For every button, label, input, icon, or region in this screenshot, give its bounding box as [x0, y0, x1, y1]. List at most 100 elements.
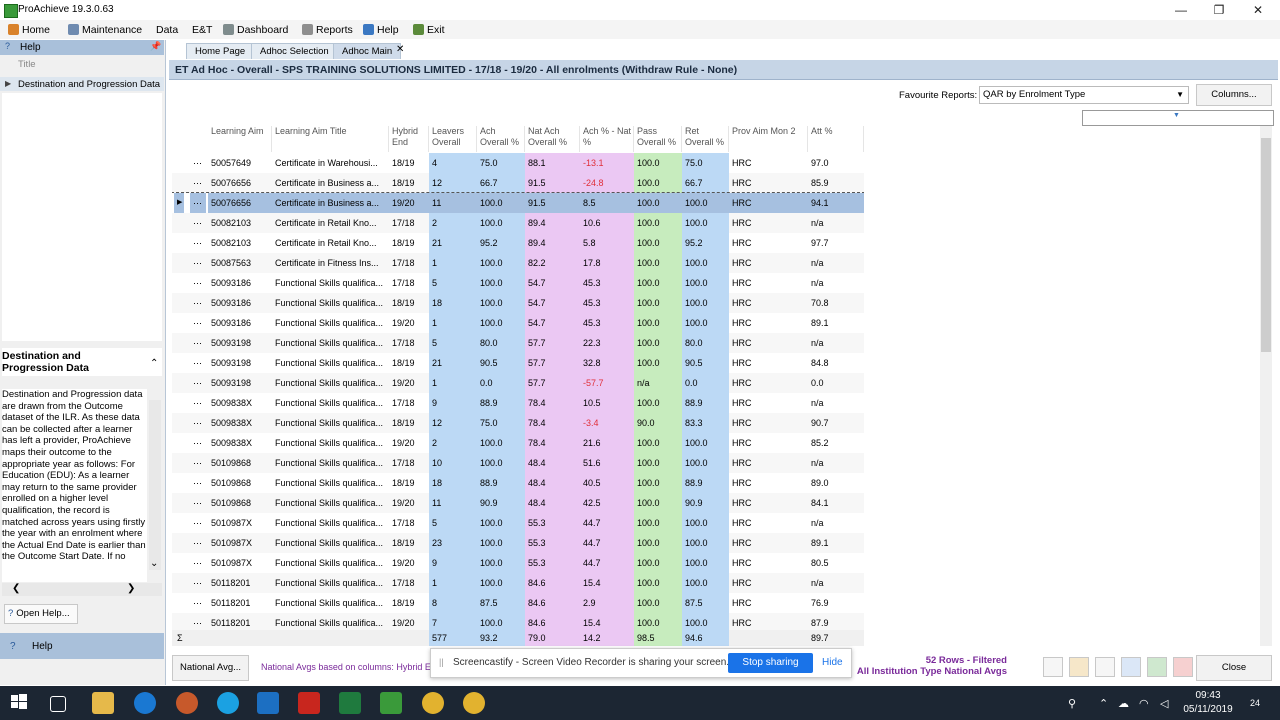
row-menu-icon[interactable]: ⋯: [190, 393, 206, 413]
row-menu-icon[interactable]: ⋯: [190, 313, 206, 333]
restore-icon[interactable]: ❐: [1204, 2, 1234, 18]
table-row[interactable]: ⋯ 5009838X Functional Skills qualifica... 1…: [172, 393, 864, 413]
tab-adhoc-main[interactable]: Adhoc Main: [333, 43, 402, 59]
row-menu-icon[interactable]: ⋯: [190, 533, 206, 553]
row-menu-icon[interactable]: ⋯: [190, 233, 206, 253]
row-menu-icon[interactable]: ⋯: [190, 593, 206, 613]
table-row[interactable]: ⋯ 50093186 Functional Skills qualifica... 1…: [172, 273, 864, 293]
table-row[interactable]: ⋯ 5009838X Functional Skills qualifica... 1…: [172, 433, 864, 453]
row-menu-icon[interactable]: ⋯: [190, 433, 206, 453]
row-menu-icon[interactable]: ⋯: [190, 273, 206, 293]
table-row[interactable]: ⋯ 50093186 Functional Skills qualifica... 1…: [172, 313, 864, 333]
table-row[interactable]: ⋯ 50076656 Certificate in Business a... 18/…: [172, 173, 864, 193]
row-menu-icon[interactable]: ⋯: [190, 193, 206, 213]
excel-taskbar-icon[interactable]: [339, 692, 361, 714]
app-icon-generic[interactable]: [176, 692, 198, 714]
help-detail-scrollbar[interactable]: [149, 400, 161, 570]
outlook-icon[interactable]: [257, 692, 279, 714]
column-header-nat[interactable]: Nat Ach Overall %: [525, 126, 580, 152]
menu-data[interactable]: Data: [156, 23, 178, 37]
close-window-icon[interactable]: ✕: [1243, 2, 1273, 18]
table-row[interactable]: ⋯ 5010987X Functional Skills qualifica... 1…: [172, 513, 864, 533]
row-menu-icon[interactable]: ⋯: [190, 153, 206, 173]
table-row[interactable]: ⋯ 50093198 Functional Skills qualifica... 1…: [172, 353, 864, 373]
table-row[interactable]: ⋯ 50109868 Functional Skills qualifica... 1…: [172, 493, 864, 513]
tab-home-page[interactable]: Home Page: [186, 43, 255, 59]
table-row[interactable]: ⋯ 50118201 Functional Skills qualifica... 1…: [172, 573, 864, 593]
help-topic-destination[interactable]: ▶ Destination and Progression Data: [0, 77, 164, 91]
menu-dashboard[interactable]: Dashboard: [223, 23, 288, 37]
table-row[interactable]: ⋯ 5009838X Functional Skills qualifica... 1…: [172, 413, 864, 433]
table-row[interactable]: ⋯ 5010987X Functional Skills qualifica... 1…: [172, 533, 864, 553]
people-icon[interactable]: ⚲: [1068, 697, 1076, 710]
row-menu-icon[interactable]: ⋯: [190, 453, 206, 473]
column-header-end[interactable]: Hybrid End: [389, 126, 429, 152]
table-row[interactable]: ⋯ 50109868 Functional Skills qualifica... 1…: [172, 473, 864, 493]
chrome-icon-2[interactable]: [463, 692, 485, 714]
acrobat-icon[interactable]: [298, 692, 320, 714]
row-menu-icon[interactable]: ⋯: [190, 553, 206, 573]
table-row[interactable]: ▶ ⋯ 50076656 Certificate in Business a... 19…: [172, 192, 864, 214]
menu-maintenance[interactable]: Maintenance: [68, 23, 142, 37]
table-row[interactable]: ⋯ 50093186 Functional Skills qualifica... 1…: [172, 293, 864, 313]
row-menu-icon[interactable]: ⋯: [190, 333, 206, 353]
row-menu-icon[interactable]: ⋯: [190, 513, 206, 533]
collapse-icon[interactable]: ⌃: [150, 358, 158, 369]
menu-reports[interactable]: Reports: [302, 23, 353, 37]
table-row[interactable]: ⋯ 50118201 Functional Skills qualifica... 1…: [172, 593, 864, 613]
wifi-icon[interactable]: ◠: [1139, 697, 1149, 710]
hide-button[interactable]: Hide: [822, 657, 843, 668]
edge-icon[interactable]: [134, 692, 156, 714]
start-icon[interactable]: [9, 692, 31, 714]
stop-sharing-button[interactable]: Stop sharing: [728, 653, 813, 673]
scroll-right-icon[interactable]: ❯: [127, 583, 135, 594]
chrome-icon[interactable]: [422, 692, 444, 714]
onedrive-icon[interactable]: ☁: [1118, 697, 1129, 710]
row-menu-icon[interactable]: ⋯: [190, 473, 206, 493]
table-row[interactable]: ⋯ 50082103 Certificate in Retail Kno... 17/…: [172, 213, 864, 233]
table-row[interactable]: ⋯ 5010987X Functional Skills qualifica... 1…: [172, 553, 864, 573]
column-header-leavers[interactable]: Leavers Overall: [429, 126, 477, 152]
filter-box[interactable]: ▼: [1082, 110, 1274, 126]
clock[interactable]: 09:43 05/11/2019: [1178, 689, 1238, 717]
row-menu-icon[interactable]: ⋯: [190, 573, 206, 593]
row-menu-icon[interactable]: ⋯: [190, 173, 206, 193]
menu-home[interactable]: Home: [8, 23, 50, 37]
print-preview-icon[interactable]: [1095, 657, 1115, 677]
scroll-down-icon[interactable]: ⌄: [150, 558, 158, 569]
column-header-aim[interactable]: Learning Aim: [208, 126, 272, 152]
row-menu-icon[interactable]: ⋯: [190, 253, 206, 273]
column-header-att[interactable]: Att %: [808, 126, 864, 152]
excel-icon[interactable]: [1147, 657, 1167, 677]
table-row[interactable]: ⋯ 50057649 Certificate in Warehousi... 18/1…: [172, 153, 864, 173]
row-menu-icon[interactable]: ⋯: [190, 373, 206, 393]
table-row[interactable]: ⋯ 50093198 Functional Skills qualifica... 1…: [172, 373, 864, 393]
file-explorer-icon[interactable]: [92, 692, 114, 714]
table-row[interactable]: ⋯ 50087563 Certificate in Fitness Ins... 17…: [172, 253, 864, 273]
export-icon[interactable]: [1121, 657, 1141, 677]
national-avg-button[interactable]: National Avg...: [172, 655, 249, 681]
row-menu-icon[interactable]: ⋯: [190, 353, 206, 373]
column-header-title[interactable]: Learning Aim Title: [272, 126, 389, 152]
menu-help[interactable]: Help: [363, 23, 399, 37]
pdf-icon[interactable]: [1173, 657, 1193, 677]
scroll-left-icon[interactable]: ❮: [12, 583, 20, 594]
proachieve-taskbar-icon[interactable]: [380, 692, 402, 714]
table-row[interactable]: ⋯ 50093198 Functional Skills qualifica... 1…: [172, 333, 864, 353]
column-header-pass[interactable]: Pass Overall %: [634, 126, 682, 152]
row-menu-icon[interactable]: ⋯: [190, 293, 206, 313]
tray-chevron-icon[interactable]: ⌃: [1099, 697, 1108, 710]
help-footer-button[interactable]: ? Help: [0, 633, 164, 659]
open-help-button[interactable]: ? Open Help...: [4, 604, 78, 624]
row-menu-icon[interactable]: ⋯: [190, 493, 206, 513]
notifications-icon[interactable]: 24: [1250, 697, 1260, 709]
table-row[interactable]: ⋯ 50082103 Certificate in Retail Kno... 18/…: [172, 233, 864, 253]
menu-e-t[interactable]: E&T: [192, 23, 212, 37]
close-button[interactable]: Close: [1196, 655, 1272, 681]
favourite-reports-select[interactable]: QAR by Enrolment Type ▼: [979, 86, 1189, 104]
pin-icon[interactable]: 📌: [150, 41, 161, 52]
skype-icon[interactable]: [217, 692, 239, 714]
row-menu-icon[interactable]: ⋯: [190, 213, 206, 233]
menu-exit[interactable]: Exit: [413, 23, 445, 37]
minimize-icon[interactable]: —: [1166, 2, 1196, 18]
